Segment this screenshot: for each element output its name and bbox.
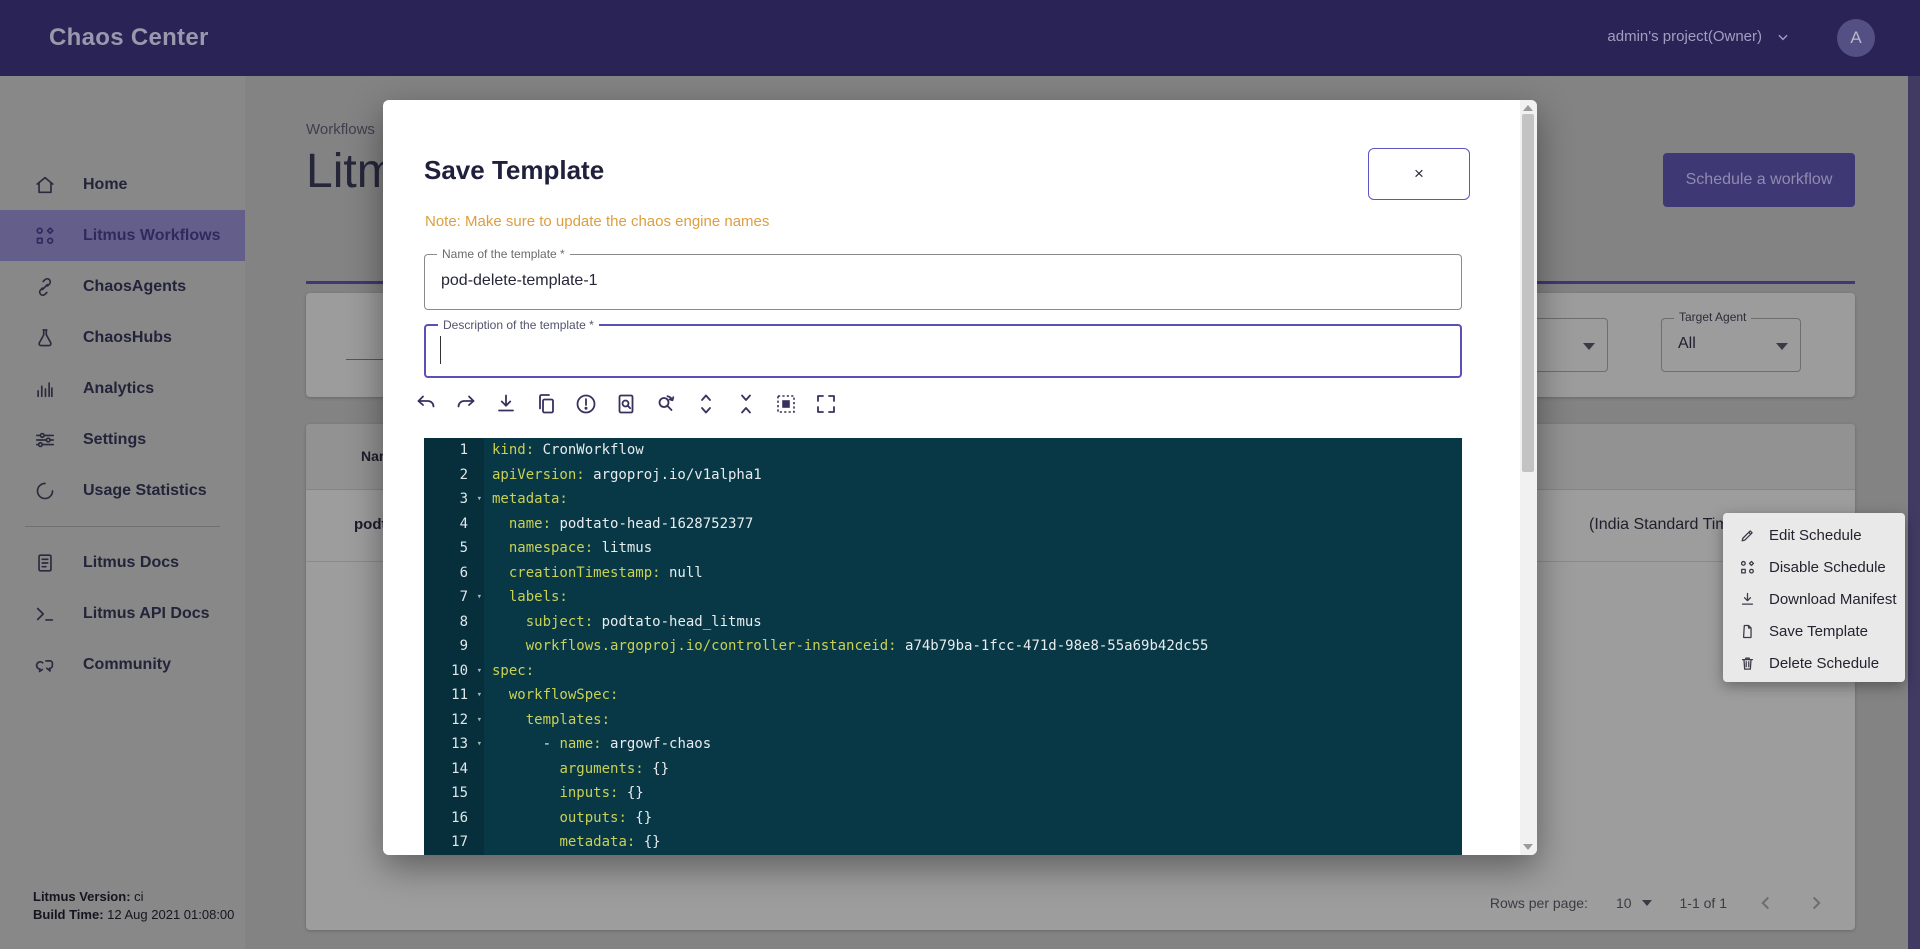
find-in-document-button[interactable] [614, 392, 638, 416]
line-number: 6 [424, 561, 484, 586]
close-icon: × [1414, 164, 1424, 183]
find-replace-button[interactable] [654, 392, 678, 416]
editor-line: 14 arguments: {} [424, 757, 1462, 782]
file-icon [1739, 623, 1756, 640]
line-number: 8 [424, 610, 484, 635]
template-description-label: Description of the template * [438, 318, 599, 332]
menu-item-label: Disable Schedule [1769, 559, 1886, 576]
fold-arrow-icon[interactable]: ▾ [477, 683, 482, 708]
line-number: 12▾ [424, 708, 484, 733]
menu-item-label: Save Template [1769, 623, 1868, 640]
close-button[interactable]: × [1368, 148, 1470, 200]
menu-item-disable-schedule[interactable]: Disable Schedule [1723, 551, 1905, 583]
text-cursor [440, 336, 441, 364]
line-number: 17 [424, 830, 484, 855]
editor-line: 2apiVersion: argoproj.io/v1alpha1 [424, 463, 1462, 488]
yaml-editor[interactable]: 1kind: CronWorkflow2apiVersion: argoproj… [424, 438, 1462, 855]
line-number: 10▾ [424, 659, 484, 684]
page-scrollbar[interactable] [1908, 76, 1920, 949]
fold-arrow-icon[interactable]: ▾ [477, 585, 482, 610]
editor-line: 4 name: podtato-head-1628752377 [424, 512, 1462, 537]
select-all-button[interactable] [774, 392, 798, 416]
template-name-field[interactable]: Name of the template * pod-delete-templa… [424, 254, 1462, 310]
modal-note: Note: Make sure to update the chaos engi… [425, 213, 769, 230]
editor-line: 8 subject: podtato-head_litmus [424, 610, 1462, 635]
editor-line: 7▾ labels: [424, 585, 1462, 610]
editor-line: 9 workflows.argoproj.io/controller-insta… [424, 634, 1462, 659]
line-number: 4 [424, 512, 484, 537]
line-number: 13▾ [424, 732, 484, 757]
line-number: 3▾ [424, 487, 484, 512]
modal-scrollbar[interactable] [1520, 100, 1537, 855]
line-number: 9 [424, 634, 484, 659]
fold-arrow-icon[interactable]: ▾ [477, 708, 482, 733]
editor-line: 5 namespace: litmus [424, 536, 1462, 561]
editor-toolbar [414, 392, 838, 416]
app-root: Chaos Center admin's project(Owner) A Ho… [0, 0, 1920, 949]
editor-line: 1kind: CronWorkflow [424, 438, 1462, 463]
menu-item-edit-schedule[interactable]: Edit Schedule [1723, 519, 1905, 551]
editor-line: 10▾spec: [424, 659, 1462, 684]
fold-arrow-icon[interactable]: ▾ [477, 487, 482, 512]
error-info-button[interactable] [574, 392, 598, 416]
download-icon [1739, 591, 1756, 608]
modal-title: Save Template [424, 155, 604, 186]
fold-all-button[interactable] [734, 392, 758, 416]
fullscreen-button[interactable] [814, 392, 838, 416]
line-number: 11▾ [424, 683, 484, 708]
editor-line: 15 inputs: {} [424, 781, 1462, 806]
line-number: 1 [424, 438, 484, 463]
editor-line: 16 outputs: {} [424, 806, 1462, 831]
save-template-modal: Save Template × Note: Make sure to updat… [383, 100, 1537, 855]
line-number: 14 [424, 757, 484, 782]
menu-item-download-manifest[interactable]: Download Manifest [1723, 583, 1905, 615]
unfold-all-button[interactable] [694, 392, 718, 416]
delete-icon [1739, 655, 1756, 672]
fold-arrow-icon[interactable]: ▾ [477, 659, 482, 684]
line-number: 5 [424, 536, 484, 561]
modal-scrollbar-thumb[interactable] [1522, 114, 1534, 472]
fold-arrow-icon[interactable]: ▾ [477, 732, 482, 757]
schedule-context-menu: Edit Schedule Disable Schedule Download Ma… [1723, 513, 1905, 682]
editor-line: 3▾metadata: [424, 487, 1462, 512]
editor-line: 13▾ - name: argowf-chaos [424, 732, 1462, 757]
menu-item-save-template[interactable]: Save Template [1723, 615, 1905, 647]
line-number: 2 [424, 463, 484, 488]
menu-item-label: Edit Schedule [1769, 527, 1862, 544]
scroll-down-icon[interactable] [1523, 844, 1533, 850]
edit-icon [1739, 527, 1756, 544]
copy-button[interactable] [534, 392, 558, 416]
editor-line: 6 creationTimestamp: null [424, 561, 1462, 586]
template-description-field[interactable]: Description of the template * [424, 324, 1462, 378]
template-name-label: Name of the template * [437, 247, 570, 261]
line-number: 7▾ [424, 585, 484, 610]
undo-button[interactable] [414, 392, 438, 416]
download-button[interactable] [494, 392, 518, 416]
scroll-up-icon[interactable] [1523, 105, 1533, 111]
line-number: 15 [424, 781, 484, 806]
editor-line: 12▾ templates: [424, 708, 1462, 733]
editor-line: 17 metadata: {} [424, 830, 1462, 855]
workflows-icon [1739, 559, 1756, 576]
menu-item-delete-schedule[interactable]: Delete Schedule [1723, 647, 1905, 679]
editor-line: 11▾ workflowSpec: [424, 683, 1462, 708]
redo-button[interactable] [454, 392, 478, 416]
line-number: 16 [424, 806, 484, 831]
menu-item-label: Download Manifest [1769, 591, 1897, 608]
template-name-value: pod-delete-template-1 [441, 272, 598, 290]
menu-item-label: Delete Schedule [1769, 655, 1879, 672]
